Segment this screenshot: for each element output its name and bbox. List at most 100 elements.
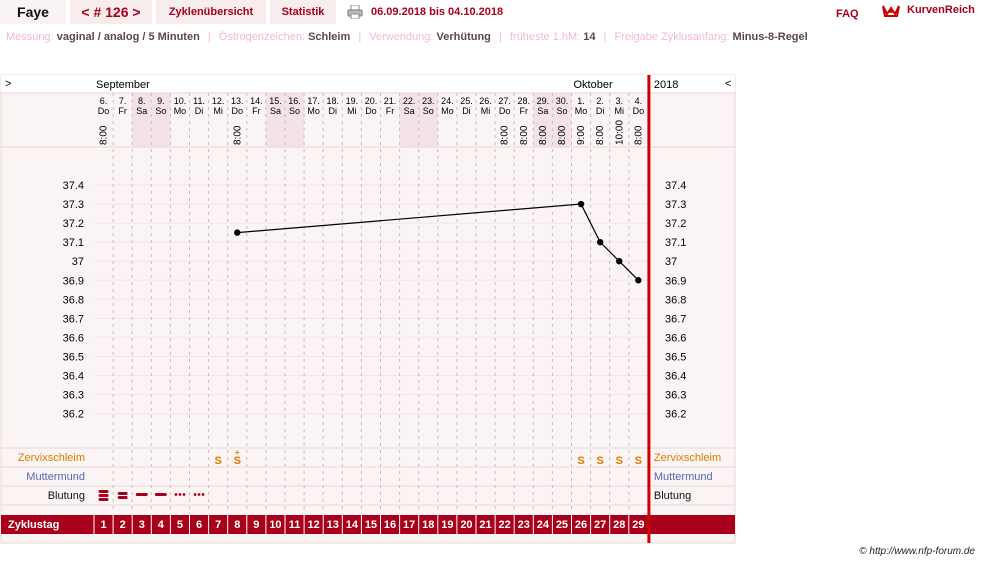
temp-axis-label-left: 36.5 [63,351,84,363]
temp-axis-label-left: 36.9 [63,275,84,287]
day-weekday: So [155,106,166,116]
day-date: 30. [556,96,569,106]
next-cycle-button[interactable]: < [725,78,731,90]
day-weekday: Mi [481,106,491,116]
day-weekday: Do [231,106,243,116]
day-date: 25. [460,96,473,106]
measure-time: 8:00 [232,125,243,145]
bleeding-light-mark [197,493,201,496]
cycle-day-number: 25 [556,519,568,531]
cycle-day-number: 6 [196,519,202,531]
day-weekday: Mo [441,106,454,116]
day-weekday: Di [596,106,605,116]
cycle-day-number: 11 [289,519,301,531]
temp-axis-label-left: 37.4 [63,180,84,192]
temperature-point [234,229,241,236]
day-date: 26. [479,96,492,106]
day-weekday: Do [633,106,645,116]
day-date: 21. [384,96,397,106]
temp-axis-label-right: 36.4 [665,371,686,383]
day-date: 18. [326,96,339,106]
temp-axis-label-left: 36.3 [63,390,84,402]
measure-time: 8:00 [519,125,530,145]
measure-time: 9:00 [576,125,587,145]
cycle-day-number: 3 [139,519,145,531]
cycle-day-number: 14 [346,519,359,531]
bleeding-light-mark [182,493,186,496]
cycle-day-number: 1 [100,519,106,531]
mucus-mark: S [616,455,623,467]
cycle-day-number: 18 [422,519,434,531]
cycle-day-number: 4 [158,519,165,531]
bleeding-heavy-mark [98,490,109,493]
prev-cycle-button[interactable]: > [5,78,11,90]
cycle-day-number: 28 [613,519,625,531]
temp-axis-label-left: 37 [72,256,84,268]
day-date: 22. [403,96,416,106]
day-date: 16. [288,96,301,106]
measure-time: 8:00 [595,125,606,145]
cycle-day-number: 20 [460,519,472,531]
cycle-day-number: 29 [632,519,644,531]
day-date: 10. [174,96,187,106]
cycle-day-number: 10 [269,519,281,531]
bleeding-light-mark [193,493,197,496]
bleeding-light-mark [174,493,178,496]
day-weekday: So [556,106,567,116]
bleeding-light-mark [178,493,182,496]
temp-axis-label-right: 36.9 [665,275,686,287]
temp-axis-label-left: 37.3 [63,199,84,211]
temp-axis-label-left: 36.7 [63,313,84,325]
bleeding-heavy-mark [98,494,109,497]
cycle-day-number: 19 [441,519,453,531]
day-date: 23. [422,96,435,106]
bleeding-row-label-right: Blutung [654,490,691,502]
day-date: 1. [577,96,585,106]
temperature-point [616,258,623,265]
measure-time: 8:00 [538,125,549,145]
month-label: September [96,79,150,91]
day-weekday: Di [329,106,338,116]
day-date: 24. [441,96,454,106]
day-weekday: Sa [270,106,281,116]
temp-axis-label-left: 36.8 [63,294,84,306]
temp-axis-label-right: 36.7 [665,313,686,325]
temp-axis-label-left: 37.1 [63,237,84,249]
cycle-day-number: 9 [253,519,259,531]
temperature-point [635,277,642,284]
mucus-mark: S [214,455,221,467]
day-date: 17. [307,96,320,106]
temp-axis-label-left: 36.4 [63,371,84,383]
day-date: 6. [100,96,108,106]
temp-axis-label-right: 36.8 [665,294,686,306]
day-weekday: Mi [213,106,223,116]
day-date: 14. [250,96,263,106]
mucus-mark: S [596,455,603,467]
cycle-day-number: 17 [403,519,415,531]
day-weekday: Sa [537,106,548,116]
bleeding-normal-mark [154,493,167,496]
measure-time: 8:00 [557,125,568,145]
temp-axis-label-left: 36.2 [63,409,84,421]
copyright: © http://www.nfp-forum.de [859,546,975,557]
bleeding-row-label: Blutung [48,490,85,502]
day-date: 11. [193,96,205,106]
bleeding-heavy-mark [98,498,109,501]
cycle-chart: > < September Oktober 2018 6. Do 8:00 7. Fr 8. Sa 9.… [0,0,981,563]
temp-axis-label-right: 36.5 [665,351,686,363]
month-label: Oktober [574,79,613,91]
cycle-day-number: 21 [479,519,491,531]
day-date: 13. [231,96,244,106]
measure-time: 8:00 [500,125,511,145]
measure-time: 8:00 [99,125,110,145]
temp-axis-label-left: 36.6 [63,332,84,344]
bleeding-light-mark [201,493,205,496]
day-date: 3. [615,96,623,106]
day-weekday: Do [499,106,511,116]
cycle-day-number: 12 [308,519,320,531]
bleeding-normal-mark [135,493,148,496]
measure-time: 10:00 [614,120,625,145]
temp-axis-label-right: 37.3 [665,199,686,211]
cycle-day-number: 7 [215,519,221,531]
day-weekday: Mi [347,106,357,116]
